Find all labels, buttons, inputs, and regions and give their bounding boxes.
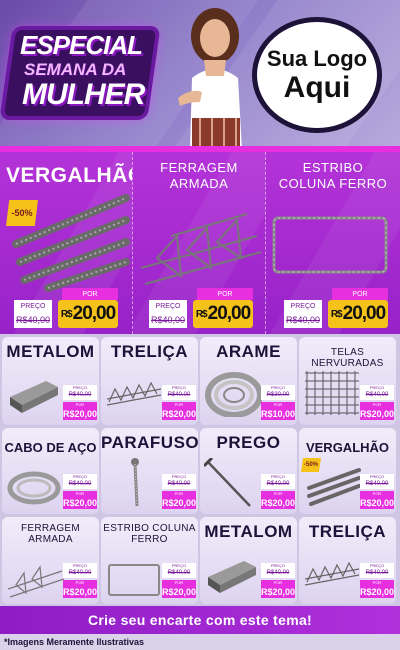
metalom-image: [10, 381, 58, 413]
rebar-image: [12, 194, 130, 292]
new-price: R$ 20,00: [328, 300, 388, 328]
logo-line2: Aqui: [283, 71, 351, 104]
featured-title: FERRAGEM ARMADA: [160, 160, 238, 191]
metalom-image: [208, 561, 256, 593]
price-tag: PREÇO R$40,00 POR R$20,00: [360, 385, 395, 420]
cta-banner[interactable]: Crie seu encarte com este tema!: [0, 606, 400, 634]
price-tag: PREÇO R$40,00 POR R$20,00: [63, 563, 98, 598]
product-title: ARAME: [216, 342, 281, 361]
estribo-image: [108, 564, 160, 596]
price-tag: PREÇO R$40,00 POR R$20,00: [63, 385, 98, 420]
price-tag: PREÇO R$30,00 POR R$10,00: [261, 385, 296, 420]
product-card-vergalhao[interactable]: VERGALHÃO -50% PREÇO R$40,00 POR R$20,00: [299, 428, 396, 514]
cabo-image: [7, 471, 61, 505]
product-title: TRELIÇA: [110, 342, 189, 361]
telas-image: [305, 371, 359, 415]
promo-line3: MULHER: [22, 78, 145, 111]
ferragem-image: [140, 213, 262, 285]
product-title: PARAFUSO: [101, 433, 198, 452]
preco-label: PREÇO: [149, 300, 187, 312]
product-card-telas[interactable]: TELAS NERVURADAS PREÇO R$40,00 POR R$20,00: [299, 337, 396, 425]
price-tag: PREÇO R$40,00 POR R$20,00: [261, 563, 296, 598]
promo-line1: ESPECIAL: [20, 30, 143, 60]
featured-price: POR PREÇO R$40,00 R$ 20,00: [149, 288, 253, 332]
estribo-image: [272, 216, 388, 274]
product-card-prego[interactable]: PREGO PREÇO R$40,00 POR R$20,00: [200, 428, 297, 514]
product-title: FERRAGEM ARMADA: [20, 523, 81, 545]
rebar-image: [307, 468, 361, 506]
por-label: POR: [197, 288, 253, 300]
featured-card-estribo[interactable]: ESTRIBO COLUNA FERRO POR PREÇO R$40,00 R…: [266, 152, 400, 334]
preco-label: PREÇO: [284, 300, 322, 312]
trelica-image: [304, 561, 360, 586]
product-title: METALOM: [204, 522, 293, 541]
preco-label: PREÇO: [14, 300, 52, 312]
price-tag: PREÇO R$40,00 POR R$20,00: [261, 474, 296, 509]
product-card-metalom-2[interactable]: METALOM PREÇO R$40,00 POR R$20,00: [200, 517, 297, 604]
price-tag: PREÇO R$40,00 POR R$20,00: [162, 474, 197, 509]
featured-title: ESTRIBO COLUNA FERRO: [278, 160, 388, 191]
arame-image: [205, 372, 262, 417]
woman-photo: [178, 8, 242, 150]
new-price: R$ 20,00: [193, 300, 253, 328]
new-price: R$ 20,00: [58, 300, 118, 328]
logo-line1: Sua Logo: [266, 46, 368, 71]
promo-title: ESPECIAL SEMANA DA MULHER: [3, 22, 160, 122]
price-tag: PREÇO R$40,00 POR R$20,00: [360, 563, 395, 598]
promo-line2: SEMANA DA: [24, 60, 127, 79]
featured-row: VERGALHÃO -50% POR PREÇO R$40,00 R$ 20,0…: [0, 152, 400, 334]
featured-price: POR PREÇO R$40,00 R$ 20,00: [284, 288, 388, 332]
old-price: R$40,00: [149, 312, 187, 328]
product-card-ferragem[interactable]: FERRAGEM ARMADA PREÇO R$40,00 POR R$20,00: [2, 517, 99, 604]
product-title: TRELIÇA: [308, 522, 387, 541]
old-price: R$40,00: [284, 312, 322, 328]
product-title: TELAS NERVURADAS: [311, 347, 384, 369]
price-tag: PREÇO R$40,00 POR R$20,00: [360, 474, 395, 509]
product-title: ESTRIBO COLUNA FERRO: [103, 523, 196, 545]
product-card-metalom[interactable]: METALOM PREÇO R$40,00 POR R$20,00: [2, 337, 99, 425]
price-tag: PREÇO R$40,00 POR R$20,00: [63, 474, 98, 509]
product-title: CABO DE AÇO: [4, 440, 97, 455]
featured-price: POR PREÇO R$40,00 R$ 20,00: [14, 288, 118, 332]
footnote: *Imagens Meramente Ilustrativas: [4, 637, 145, 647]
por-label: POR: [62, 288, 118, 300]
product-card-cabo[interactable]: CABO DE AÇO PREÇO R$40,00 POR R$20,00: [2, 428, 99, 514]
featured-title: VERGALHÃO: [6, 164, 133, 187]
product-title: PREGO: [216, 433, 281, 452]
product-card-parafuso[interactable]: PARAFUSO PREÇO R$40,00 POR R$20,00: [101, 428, 198, 514]
product-card-trelica[interactable]: TRELIÇA PREÇO R$40,00 POR R$20,00: [101, 337, 198, 425]
product-card-estribo[interactable]: ESTRIBO COLUNA FERRO PREÇO R$40,00 POR R$20…: [101, 517, 198, 604]
flyer: { "header": { "promo_line1": "ESPECIAL",…: [0, 0, 400, 650]
parafuso-image: [131, 458, 139, 507]
old-price: R$40,00: [14, 312, 52, 328]
price-tag: PREÇO R$40,00 POR R$20,00: [162, 385, 197, 420]
featured-card-vergalhao[interactable]: VERGALHÃO -50% POR PREÇO R$40,00 R$ 20,0…: [0, 152, 133, 334]
prego-image: [204, 458, 251, 507]
price-tag: PREÇO R$40,00 POR R$20,00: [162, 563, 197, 598]
product-title: METALOM: [6, 342, 95, 361]
trelica-image: [106, 381, 162, 406]
header-banner: ESPECIAL SEMANA DA MULHER Sua Logo Aqui: [0, 0, 400, 150]
product-grid: METALOM PREÇO R$40,00 POR R$20,00 TRELIÇA …: [0, 334, 400, 606]
product-card-trelica-2[interactable]: TRELIÇA PREÇO R$40,00 POR R$20,00: [299, 517, 396, 604]
featured-card-ferragem[interactable]: FERRAGEM ARMADA POR PREÇO R$40,00 R$ 20,0…: [133, 152, 266, 334]
por-label: POR: [332, 288, 388, 300]
product-title: VERGALHÃO: [305, 440, 390, 455]
product-card-arame[interactable]: ARAME PREÇO R$30,00 POR R$10,00: [200, 337, 297, 425]
logo-placeholder: Sua Logo Aqui: [252, 17, 382, 133]
ferragem-image: [7, 565, 64, 598]
